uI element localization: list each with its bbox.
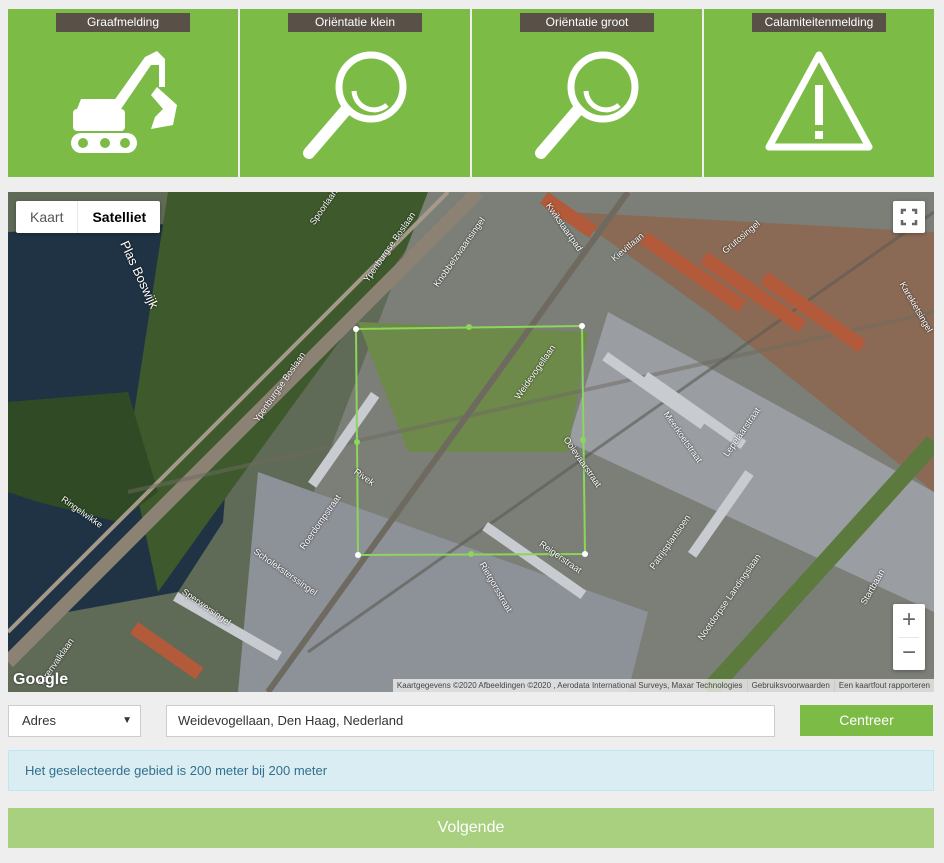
magnifier-icon [303,51,407,159]
map[interactable]: Plas Boswijk Ypenburgse Boslaan Ypenburg… [8,192,934,692]
warning-icon [765,51,873,151]
tile-label: Calamiteitenmelding [752,13,886,32]
zoom-control: + − [893,604,925,670]
excavator-icon [71,51,177,153]
zoom-in-button[interactable]: + [893,604,925,637]
map-type-kaart-button[interactable]: Kaart [16,201,77,233]
report-error-link[interactable]: Een kaartfout rapporteren [833,679,934,692]
selection-info-alert: Het geselecteerde gebied is 200 meter bi… [8,750,934,791]
tile-calamiteitenmelding[interactable]: Calamiteitenmelding [704,9,934,177]
tile-label: Oriëntatie groot [520,13,654,32]
search-mode-select[interactable]: Adres ▼ [8,705,141,737]
magnifier-icon [535,51,639,159]
chevron-down-icon: ▼ [122,715,132,726]
zoom-out-button[interactable]: − [893,637,925,670]
map-attribution: Kaartgegevens ©2020 Afbeeldingen ©2020 ,… [392,679,934,692]
terms-link[interactable]: Gebruiksvoorwaarden [746,679,834,692]
search-mode-value: Adres [22,713,56,728]
tile-label: Graafmelding [56,13,190,32]
search-row: Adres ▼ Weidevogellaan, Den Haag, Nederl… [8,705,934,737]
fullscreen-button[interactable] [893,201,925,233]
tile-label: Oriëntatie klein [288,13,422,32]
satellite-imagery [8,192,934,692]
zoom-divider [899,637,919,638]
fullscreen-icon [900,208,918,226]
map-type-control: Kaart Satelliet [16,201,161,233]
centreer-button[interactable]: Centreer [800,705,933,736]
tile-row: Graafmelding Oriëntatie klein Oriëntatie… [8,9,934,177]
attribution-text: Kaartgegevens ©2020 Afbeeldingen ©2020 ,… [396,681,743,690]
google-logo: Google [13,671,69,688]
tile-orientatie-klein[interactable]: Oriëntatie klein [240,9,470,177]
tile-graafmelding[interactable]: Graafmelding [8,9,238,177]
volgende-button[interactable]: Volgende [8,808,934,848]
address-input[interactable]: Weidevogellaan, Den Haag, Nederland [166,705,775,737]
tile-orientatie-groot[interactable]: Oriëntatie groot [472,9,702,177]
map-type-satelliet-button[interactable]: Satelliet [77,201,160,233]
